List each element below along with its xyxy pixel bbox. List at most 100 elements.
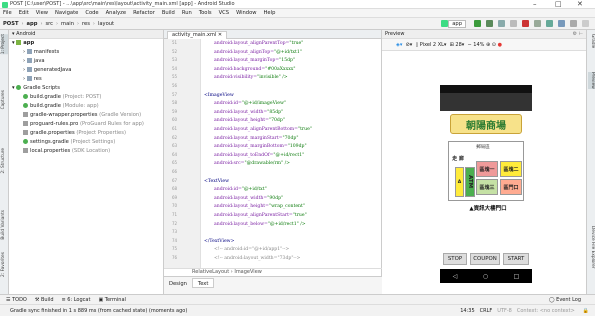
hammer-icon[interactable]: [441, 20, 449, 27]
code-line[interactable]: android:layout_marginBottom="109dp": [214, 143, 307, 151]
tree-item-settings-gradle[interactable]: settings.gradle (Project Settings): [9, 138, 163, 147]
menu-tools[interactable]: Tools: [199, 10, 212, 16]
start-button[interactable]: START: [503, 253, 529, 265]
menu-navigate[interactable]: Navigate: [55, 10, 78, 16]
minimize-button[interactable]: –: [533, 0, 537, 8]
tab-device-file-explorer[interactable]: Device File Explorer: [588, 226, 595, 269]
menu-refactor[interactable]: Refactor: [133, 10, 155, 16]
code-line[interactable]: android:layout_toEndOf="@+id/rect1": [214, 152, 304, 160]
tab-build-variants[interactable]: Build Variants: [1, 210, 8, 240]
code-line[interactable]: android:layout_height="70dp": [214, 117, 285, 125]
code-line[interactable]: android:background="#00aXxxxx": [214, 66, 296, 74]
crumb-res[interactable]: res: [82, 21, 90, 27]
code-line[interactable]: android:layout_height="wrap_content": [214, 203, 305, 211]
code-line[interactable]: android:layout_marginTop="15dp": [214, 57, 295, 65]
tree-item-gradle-properties[interactable]: gradle.properties (Project Properties): [9, 129, 163, 138]
layout-inspector-icon[interactable]: [582, 20, 589, 27]
project-view-selector[interactable]: ▾ Android: [9, 30, 163, 39]
caret-position[interactable]: 14:35: [460, 308, 474, 314]
code-line[interactable]: android:layout_marginStart="70dp": [214, 135, 298, 143]
settings-gear-icon[interactable]: ⚙ ⊢: [573, 31, 583, 37]
tree-item-build-gradle-module[interactable]: build.gradle (Module: app): [9, 102, 163, 111]
profile-icon[interactable]: [498, 20, 505, 27]
code-line[interactable]: <!-- android:layout_width="73dp"-->: [214, 255, 300, 263]
editor-tab-activity-main[interactable]: activity_main.xml ✕: [167, 31, 228, 39]
todo-tab[interactable]: ☰ TODO: [6, 297, 27, 303]
crumb-project[interactable]: POST: [3, 21, 19, 27]
stop-button[interactable]: STOP: [443, 253, 467, 265]
zoom-out-icon[interactable]: −: [467, 42, 471, 48]
attach-icon[interactable]: [510, 20, 517, 27]
menu-file[interactable]: File: [3, 10, 12, 16]
code-line[interactable]: <!-- android:id="@+id/app1"-->: [214, 246, 289, 254]
editor-breadcrumb[interactable]: RelativeLayout › ImageView: [164, 268, 382, 276]
close-button[interactable]: ✕: [577, 0, 583, 8]
tab-project[interactable]: 1: Project: [1, 34, 8, 55]
crumb-layout[interactable]: layout: [98, 21, 114, 27]
tree-item-manifests[interactable]: › manifests: [9, 48, 163, 57]
tab-captures[interactable]: Captures: [1, 90, 8, 109]
tab-structure[interactable]: 2: Structure: [1, 148, 8, 174]
code-line[interactable]: android:layout_below="@+id/rect1" />: [214, 221, 306, 229]
menu-view[interactable]: View: [36, 10, 48, 16]
sdk-manager-icon[interactable]: [558, 20, 565, 27]
tree-item-build-gradle-project[interactable]: build.gradle (Project: POST): [9, 93, 163, 102]
tree-item-res[interactable]: › res: [9, 75, 163, 84]
tab-design[interactable]: Design: [164, 279, 192, 289]
layers-icon[interactable]: ◈▾: [396, 42, 402, 48]
zoom-fit-icon[interactable]: ⊙: [492, 42, 496, 48]
code-editor[interactable]: activity_main.xml ✕ 51 android:layout_ali…: [164, 30, 382, 294]
code-line[interactable]: android:id="@+id/imageView": [214, 100, 286, 108]
orientation-icon[interactable]: ⊘▾: [406, 42, 413, 48]
logcat-tab[interactable]: ≡ 6: Logcat: [62, 297, 91, 303]
tab-preview[interactable]: Preview: [588, 72, 595, 89]
menu-vcs[interactable]: VCS: [219, 10, 229, 16]
code-line[interactable]: android:layout_alignParentBottom="true": [214, 126, 312, 134]
api-select[interactable]: ⊞ 28▾: [450, 42, 465, 48]
zoom-in-icon[interactable]: ⊕: [486, 42, 490, 48]
sync-icon[interactable]: [534, 20, 541, 27]
context-indicator[interactable]: Context: <no context>: [517, 308, 575, 314]
code-line[interactable]: android:layout_alignTop="@+id/txt1": [214, 49, 302, 57]
stop-icon[interactable]: [522, 20, 529, 27]
run-config-select[interactable]: app: [448, 19, 466, 28]
tree-item-proguard[interactable]: proguard-rules.pro (ProGuard Rules for a…: [9, 120, 163, 129]
code-line[interactable]: android:src="@drawable/rm" />: [214, 160, 290, 168]
menu-build[interactable]: Build: [162, 10, 175, 16]
avd-manager-icon[interactable]: [546, 20, 553, 27]
menu-window[interactable]: Window: [236, 10, 256, 16]
build-tab[interactable]: ⚒ Build: [35, 297, 54, 303]
tab-favorites[interactable]: 2: Favorites: [1, 252, 8, 277]
code-line[interactable]: <TextView: [204, 178, 229, 186]
event-log-tab[interactable]: ◯ Event Log: [549, 297, 581, 303]
menu-analyze[interactable]: Analyze: [106, 10, 126, 16]
tab-text[interactable]: Text: [191, 278, 215, 288]
crumb-app[interactable]: app: [27, 21, 38, 27]
tree-item-local-properties[interactable]: local.properties (SDK Location): [9, 147, 163, 156]
search-icon[interactable]: [570, 20, 577, 27]
code-line[interactable]: <ImageView: [204, 92, 234, 100]
debug-icon[interactable]: [486, 20, 493, 27]
code-line[interactable]: android:layout_alignParentTop="true": [214, 40, 303, 48]
coupon-button[interactable]: COUPON: [470, 253, 500, 265]
tree-item-gradle-wrapper[interactable]: gradle-wrapper.properties (Gradle Versio…: [9, 111, 163, 120]
tree-item-gradle-scripts[interactable]: ▾ Gradle Scripts: [9, 84, 163, 93]
code-line[interactable]: android:visibility="invisible" />: [214, 74, 288, 82]
terminal-tab[interactable]: ▣ Terminal: [98, 297, 125, 303]
menu-run[interactable]: Run: [182, 10, 192, 16]
code-line[interactable]: </TextView>: [204, 238, 234, 246]
menu-edit[interactable]: Edit: [19, 10, 29, 16]
lock-icon[interactable]: 🔒: [583, 308, 589, 314]
tree-item-java[interactable]: › java: [9, 57, 163, 66]
warning-icon[interactable]: ●: [498, 42, 502, 48]
tab-gradle[interactable]: Gradle: [588, 34, 595, 48]
maximize-button[interactable]: □: [555, 0, 562, 8]
file-encoding[interactable]: UTF-8: [497, 308, 512, 314]
line-separator[interactable]: CRLF: [480, 308, 493, 314]
tree-item-app[interactable]: ▾ app: [9, 39, 163, 48]
code-line[interactable]: android:layout_width="85dp": [214, 109, 283, 117]
device-select[interactable]: ▯ Pixel 2 XL▾: [415, 42, 446, 48]
code-line[interactable]: android:id="@+id/txt": [214, 186, 267, 194]
run-icon[interactable]: [474, 20, 481, 27]
code-line[interactable]: android:layout_width="90dp": [214, 195, 283, 203]
